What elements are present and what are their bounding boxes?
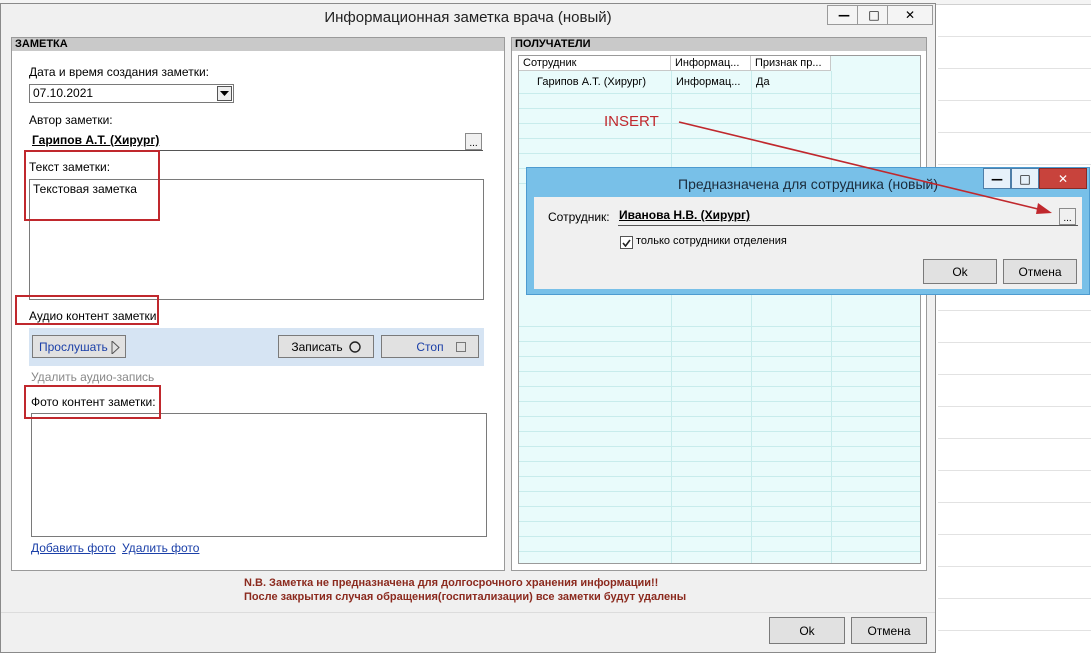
- stop-button[interactable]: Стоп: [381, 335, 479, 358]
- minimize-button[interactable]: —: [827, 5, 861, 25]
- delete-audio-link[interactable]: Удалить аудио-запись: [31, 370, 154, 384]
- main-window-title: Информационная заметка врача (новый): [324, 9, 612, 26]
- ok-button-label: Ok: [799, 623, 815, 638]
- dialog-close-button[interactable]: ✕: [1039, 168, 1087, 189]
- ok-button[interactable]: Ok: [769, 617, 845, 644]
- dialog-minimize-button[interactable]: —: [983, 168, 1011, 189]
- cancel-button-label: Отмена: [867, 623, 911, 638]
- column-header-info[interactable]: Информац...: [671, 56, 751, 71]
- footer-divider: [1, 612, 935, 613]
- photo-area[interactable]: [31, 413, 487, 537]
- row-employee: Гарипов А.Т. (Хирург): [537, 76, 647, 88]
- employee-label: Сотрудник:: [548, 210, 610, 224]
- author-field[interactable]: Гарипов А.Т. (Хирург): [29, 132, 483, 151]
- stop-icon: [456, 342, 466, 352]
- cancel-button[interactable]: Отмена: [851, 617, 927, 644]
- column-header-employee[interactable]: Сотрудник: [519, 56, 671, 71]
- author-value: Гарипов А.Т. (Хирург): [32, 133, 160, 147]
- main-title-bar[interactable]: Информационная заметка врача (новый) — □…: [1, 4, 935, 32]
- only-department-label: только сотрудники отделения: [636, 235, 787, 247]
- recipients-panel-header: ПОЛУЧАТЕЛИ: [512, 38, 926, 51]
- dialog-cancel-button[interactable]: Отмена: [1003, 259, 1077, 284]
- dialog-title-bar[interactable]: Предназначена для сотрудника (новый) — □…: [527, 168, 1089, 196]
- row-info: Информац...: [676, 76, 741, 88]
- author-select-button[interactable]: ...: [465, 133, 482, 150]
- maximize-button[interactable]: □: [857, 5, 891, 25]
- play-button[interactable]: Прослушать: [32, 335, 126, 358]
- date-value: 07.10.2021: [33, 86, 94, 100]
- add-photo-link[interactable]: Добавить фото: [31, 541, 116, 555]
- play-button-label: Прослушать: [39, 339, 108, 354]
- main-window: Информационная заметка врача (новый) — □…: [0, 3, 936, 653]
- close-button[interactable]: ✕: [887, 5, 933, 25]
- maximize-icon: □: [868, 8, 880, 22]
- stop-button-label: Стоп: [416, 339, 444, 354]
- highlight-text-label: [24, 150, 160, 221]
- column-header-sign[interactable]: Признак пр...: [751, 56, 831, 71]
- dialog-body: Сотрудник: Иванова Н.В. (Хирург) ... тол…: [534, 197, 1082, 289]
- recipients-panel: ПОЛУЧАТЕЛИ Сотрудник Информац... Признак…: [511, 37, 927, 571]
- employee-value: Иванова Н.В. (Хирург): [619, 208, 751, 222]
- date-label: Дата и время создания заметки:: [29, 65, 209, 79]
- only-department-checkbox[interactable]: [620, 236, 633, 249]
- date-dropdown-button[interactable]: [217, 86, 232, 101]
- author-label: Автор заметки:: [29, 113, 113, 127]
- row-sign: Да: [756, 76, 770, 88]
- dialog-ok-button[interactable]: Ok: [923, 259, 997, 284]
- dialog-maximize-button[interactable]: □: [1011, 168, 1039, 189]
- maximize-icon: □: [1019, 171, 1031, 186]
- footer-note-line2: После закрытия случая обращения(госпитал…: [244, 591, 687, 603]
- play-icon: [111, 341, 120, 354]
- delete-photo-link[interactable]: Удалить фото: [122, 541, 199, 555]
- highlight-audio-label: [15, 295, 159, 325]
- recipients-grid[interactable]: Сотрудник Информац... Признак пр... Гари…: [518, 55, 921, 564]
- audio-toolbar: Прослушать Записать Стоп: [29, 328, 484, 366]
- record-button[interactable]: Записать: [278, 335, 374, 358]
- minimize-icon: —: [838, 8, 850, 22]
- checkmark-icon: [622, 239, 631, 247]
- minimize-icon: —: [991, 171, 1003, 186]
- employee-select-button[interactable]: ...: [1059, 208, 1076, 225]
- note-panel-header: ЗАМЕТКА: [12, 38, 504, 51]
- employee-field[interactable]: Иванова Н.В. (Хирург): [618, 207, 1078, 226]
- ellipsis-icon: ...: [469, 138, 478, 149]
- close-icon: ✕: [1057, 171, 1069, 186]
- dialog-cancel-label: Отмена: [1018, 264, 1062, 279]
- record-icon: [348, 340, 361, 353]
- insert-annotation-label: INSERT: [604, 113, 659, 130]
- close-icon: ✕: [904, 8, 916, 22]
- dialog-ok-label: Ok: [952, 264, 968, 279]
- record-button-label: Записать: [291, 339, 343, 354]
- employee-dialog: Предназначена для сотрудника (новый) — □…: [526, 167, 1090, 295]
- date-field[interactable]: 07.10.2021: [29, 84, 234, 103]
- ellipsis-icon: ...: [1063, 213, 1072, 224]
- chevron-down-icon: [220, 90, 229, 96]
- highlight-photo-label: [24, 385, 161, 419]
- footer-note-line1: N.B. Заметка не предназначена для долгос…: [244, 577, 659, 589]
